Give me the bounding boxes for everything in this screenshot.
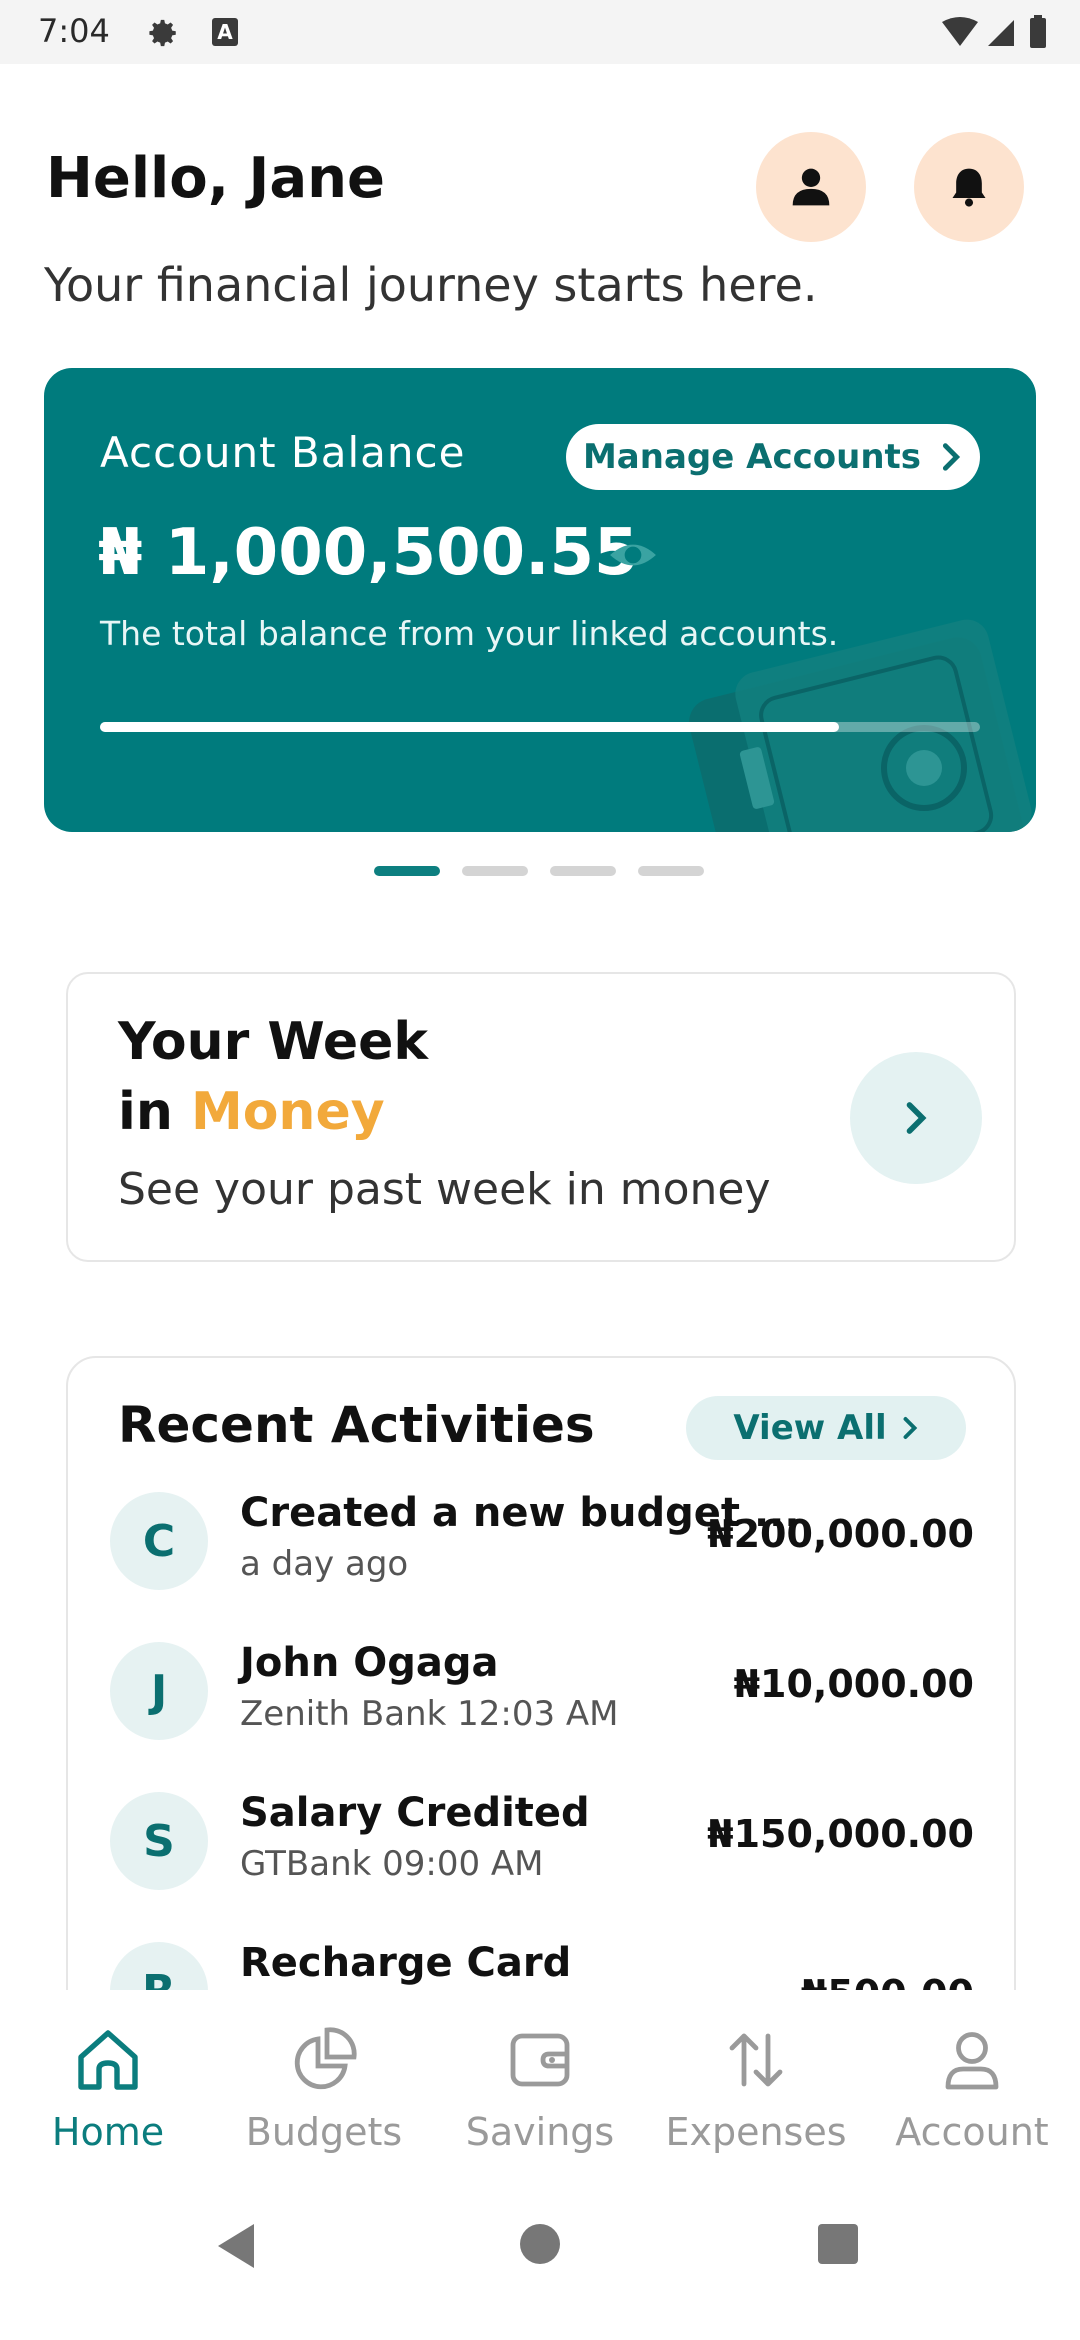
nav-budgets-label: Budgets [245, 2110, 403, 2154]
your-week-card[interactable]: Your Week in Money See your past week in… [66, 972, 1016, 1262]
greeting-subtitle: Your financial journey starts here. [44, 258, 818, 312]
manage-accounts-label: Manage Accounts [582, 437, 922, 477]
activity-avatar: S [110, 1792, 208, 1890]
week-title-accent: Money [190, 1082, 385, 1142]
bell-icon [952, 168, 986, 207]
chevron-right-icon [903, 1417, 917, 1439]
pie-chart-icon [294, 2027, 357, 2090]
activity-name: John Ogaga [240, 1640, 499, 1686]
arrows-up-down-icon [729, 2033, 783, 2087]
user-icon [792, 168, 830, 206]
nav-savings[interactable]: Savings [432, 2012, 648, 2172]
activity-name: Recharge Card [240, 1940, 572, 1986]
activity-meta: Zenith Bank 12:03 AM [240, 1694, 619, 1734]
status-bar: 7:04 A [0, 0, 1080, 64]
nav-expenses[interactable]: Expenses [648, 2012, 864, 2172]
bottom-navigation: Home Budgets Savings Expenses Account [0, 1990, 1080, 2180]
week-subtitle: See your past week in money [118, 1164, 771, 1215]
activity-meta: GTBank 09:00 AM [240, 1844, 544, 1884]
week-open-button[interactable] [850, 1052, 982, 1184]
carousel-dot[interactable] [550, 866, 616, 876]
keyboard-indicator-icon: A [212, 18, 238, 46]
balance-amount: ₦ 1,000,500.55 [98, 516, 639, 590]
nav-expenses-label: Expenses [665, 2110, 847, 2154]
activity-row[interactable]: J John Ogaga Zenith Bank 12:03 AM ₦10,00… [68, 1632, 1014, 1752]
activity-name: Salary Credited [240, 1790, 590, 1836]
notifications-button[interactable] [914, 132, 1024, 242]
user-icon [945, 2032, 999, 2090]
recent-activities-card: Recent Activities View All C Created a n… [66, 1356, 1016, 2060]
activity-meta: a day ago [240, 1544, 409, 1584]
recent-activities-title: Recent Activities [118, 1396, 595, 1454]
carousel-dot[interactable] [374, 866, 440, 876]
balance-progress-bar [100, 722, 980, 732]
home-icon [78, 2030, 138, 2090]
activity-avatar: J [110, 1642, 208, 1740]
activity-row[interactable]: C Created a new budget ... a day ago ₦20… [68, 1482, 1014, 1602]
balance-title: Account Balance [100, 428, 466, 477]
week-title-line2: in Money [118, 1082, 385, 1142]
recent-apps-icon[interactable] [818, 2224, 858, 2264]
activity-row[interactable]: S Salary Credited GTBank 09:00 AM ₦150,0… [68, 1782, 1014, 1902]
activity-amount: ₦200,000.00 [707, 1512, 974, 1556]
view-all-label: View All [733, 1408, 887, 1448]
balance-note: The total balance from your linked accou… [100, 614, 839, 653]
profile-button[interactable] [756, 132, 866, 242]
gear-icon [149, 19, 176, 47]
nav-savings-label: Savings [465, 2110, 615, 2154]
chevron-right-icon [906, 1102, 927, 1134]
home-button-icon[interactable] [520, 2224, 560, 2264]
status-time: 7:04 [38, 12, 110, 50]
carousel-dot[interactable] [462, 866, 528, 876]
system-navigation-bar [0, 2180, 1080, 2340]
wallet-icon [510, 2033, 570, 2087]
activity-amount: ₦150,000.00 [707, 1812, 974, 1856]
week-title: Your Week [118, 1012, 428, 1072]
balance-progress-fill [100, 722, 840, 732]
nav-account-label: Account [895, 2110, 1049, 2154]
week-title-prefix: in [118, 1082, 191, 1142]
signal-battery-icons [942, 15, 1046, 48]
nav-home[interactable]: Home [0, 2012, 216, 2172]
chevron-right-icon [942, 443, 961, 471]
carousel-indicator [374, 866, 706, 878]
eye-icon[interactable] [608, 530, 658, 580]
view-all-button[interactable]: View All [686, 1396, 966, 1460]
nav-budgets[interactable]: Budgets [216, 2012, 432, 2172]
activity-avatar: C [110, 1492, 208, 1590]
back-icon[interactable] [214, 2220, 260, 2272]
manage-accounts-button[interactable]: Manage Accounts [566, 424, 980, 490]
carousel-dot[interactable] [638, 866, 704, 876]
nav-home-label: Home [51, 2110, 165, 2154]
activity-amount: ₦10,000.00 [733, 1662, 974, 1706]
greeting-title: Hello, Jane [46, 146, 385, 211]
nav-account[interactable]: Account [864, 2012, 1080, 2172]
account-balance-card[interactable]: Account Balance Manage Accounts ₦ 1,000,… [44, 368, 1036, 832]
